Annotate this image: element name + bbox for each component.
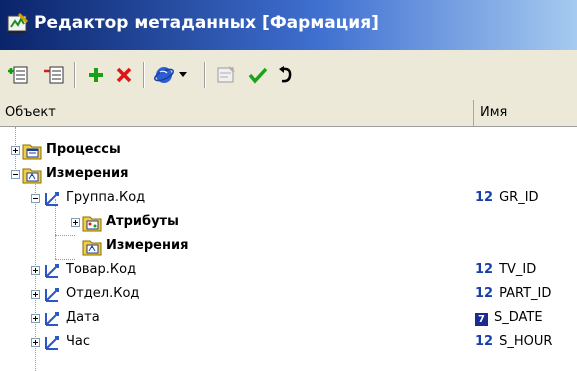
tree-item-label: Процессы (46, 142, 121, 157)
attributes-folder-icon (82, 216, 102, 232)
measurements-folder-icon (22, 168, 42, 184)
expand-icon[interactable] (31, 314, 40, 323)
delete-button[interactable] (112, 63, 136, 87)
tree-item-processes[interactable]: Процессы (0, 139, 577, 163)
name-value: GR_ID (499, 190, 539, 205)
properties-button[interactable] (214, 63, 238, 87)
column-header-object[interactable]: Объект (0, 100, 474, 126)
collapse-icon[interactable] (31, 194, 40, 203)
tree-item-label: Час (66, 334, 91, 349)
apply-button[interactable] (246, 63, 270, 87)
tree-item-product-code[interactable]: Товар.Код 12 TV_ID (0, 259, 577, 283)
toolbar-separator (143, 62, 145, 88)
dimension-icon (45, 312, 59, 326)
type-badge: 12 (475, 262, 494, 277)
properties-icon (217, 66, 235, 83)
title-bar: Редактор метаданных [Фармация] (0, 0, 577, 50)
tree-item-date[interactable]: Дата 7 S_DATE (0, 307, 577, 331)
undo-button[interactable] (274, 63, 298, 87)
tree-item-group-code[interactable]: Группа.Код 12 GR_ID (0, 187, 577, 211)
tree-item-label: Измерения (46, 166, 129, 181)
type-badge: 12 (475, 190, 494, 205)
add-button[interactable] (84, 63, 108, 87)
tree-item-label: Отдел.Код (66, 286, 140, 301)
tree-item-label: Атрибуты (106, 214, 179, 229)
column-header-name[interactable]: Имя (475, 100, 577, 126)
name-cell: 12 S_HOUR (475, 334, 552, 349)
globe-button[interactable] (152, 63, 176, 87)
expand-icon[interactable] (11, 146, 20, 155)
tree-item-department-code[interactable]: Отдел.Код 12 PART_ID (0, 283, 577, 307)
add-child-button[interactable] (6, 63, 30, 87)
type-badge: 12 (475, 286, 494, 301)
tree-item-sub-measurements[interactable]: Измерения (0, 235, 577, 259)
dimension-icon (45, 336, 59, 350)
globe-dropdown-button[interactable] (176, 63, 190, 87)
name-value: TV_ID (499, 262, 537, 277)
name-cell: 7 S_DATE (475, 310, 543, 326)
type-badge: 12 (475, 334, 494, 349)
expand-icon[interactable] (31, 266, 40, 275)
toolbar (0, 50, 577, 101)
window-title: Редактор метаданных [Фармация] (34, 13, 379, 33)
measurements-folder-icon (82, 240, 102, 256)
remove-icon (44, 66, 64, 84)
toolbar-separator (74, 62, 76, 88)
dimension-icon (45, 192, 59, 206)
tree-item-label: Измерения (106, 238, 189, 253)
undo-icon (279, 66, 292, 83)
column-header: Объект Имя (0, 100, 577, 127)
tree-item-hour[interactable]: Час 12 S_HOUR (0, 331, 577, 355)
dropdown-arrow-icon (179, 72, 187, 77)
dimension-icon (45, 264, 59, 278)
expand-icon[interactable] (71, 218, 80, 227)
dimension-icon (45, 288, 59, 302)
tree-item-label: Дата (66, 310, 100, 325)
globe-icon (154, 67, 174, 83)
metadata-editor-icon (7, 12, 29, 33)
name-cell: 12 PART_ID (475, 286, 551, 301)
name-value: S_HOUR (499, 334, 553, 349)
date-type-icon: 7 (475, 313, 488, 326)
collapse-icon[interactable] (11, 170, 20, 179)
check-icon (248, 67, 268, 84)
tree-item-measurements[interactable]: Измерения (0, 163, 577, 187)
expand-icon[interactable] (31, 290, 40, 299)
tree-item-label: Товар.Код (66, 262, 137, 277)
delete-icon (116, 67, 132, 83)
add-child-icon (8, 66, 28, 84)
tree-item-label: Группа.Код (66, 190, 146, 205)
remove-child-button[interactable] (42, 63, 66, 87)
expand-icon[interactable] (31, 338, 40, 347)
name-cell: 12 GR_ID (475, 190, 539, 205)
tree-item-attributes[interactable]: Атрибуты (0, 211, 577, 235)
processes-folder-icon (22, 144, 42, 160)
metadata-tree: Процессы Измерения Группа.Код 12 GR_ID Ат… (0, 127, 577, 371)
toolbar-separator (204, 62, 206, 88)
add-icon (89, 68, 103, 82)
name-value: PART_ID (499, 286, 552, 301)
name-value: S_DATE (494, 310, 543, 325)
name-cell: 12 TV_ID (475, 262, 536, 277)
